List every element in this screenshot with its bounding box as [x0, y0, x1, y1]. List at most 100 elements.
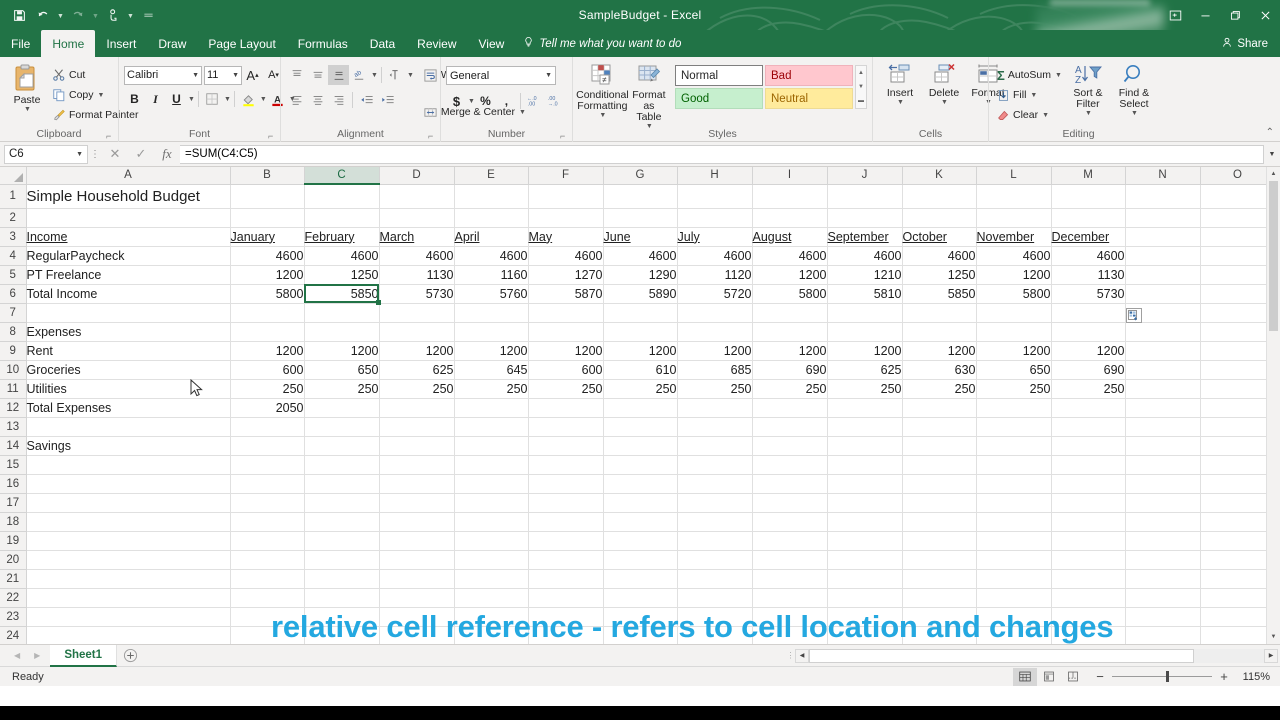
cell-J6[interactable]: 5810: [827, 284, 903, 304]
number-dialog-launcher-icon[interactable]: ⌐: [560, 131, 569, 141]
row-header-12[interactable]: 12: [0, 397, 27, 418]
cell-M5[interactable]: 1130: [1051, 265, 1126, 285]
cell-D3[interactable]: March: [379, 227, 455, 247]
cell-C2[interactable]: [304, 208, 380, 228]
add-sheet-button[interactable]: [117, 648, 143, 663]
row-header-24[interactable]: 24: [0, 625, 27, 644]
cell-K10[interactable]: 630: [902, 360, 977, 380]
cell-A16[interactable]: [26, 474, 231, 494]
cell-H18[interactable]: [677, 512, 753, 532]
scroll-split-grip[interactable]: ⋮: [785, 651, 795, 660]
cell-H17[interactable]: [677, 493, 753, 513]
cell-B18[interactable]: [230, 512, 305, 532]
cell-M10[interactable]: 690: [1051, 360, 1126, 380]
cell-L16[interactable]: [976, 474, 1052, 494]
tab-data[interactable]: Data: [359, 30, 406, 57]
text-direction-dropdown-icon[interactable]: ▼: [407, 72, 414, 79]
cell-M11[interactable]: 250: [1051, 379, 1126, 399]
cell-M6[interactable]: 5730: [1051, 284, 1126, 304]
cell-styles-gallery-scroll[interactable]: ▲ ▼ ▬: [855, 65, 867, 109]
cell-O3[interactable]: [1200, 227, 1276, 247]
cell-J9[interactable]: 1200: [827, 341, 903, 361]
expand-formula-bar-icon[interactable]: ▼: [1264, 151, 1280, 158]
underline-dropdown-icon[interactable]: ▼: [188, 96, 195, 103]
cell-A19[interactable]: [26, 531, 231, 551]
cell-M8[interactable]: [1051, 322, 1126, 342]
cell-M14[interactable]: [1051, 436, 1126, 456]
row-header-6[interactable]: 6: [0, 283, 27, 304]
cell-F17[interactable]: [528, 493, 604, 513]
undo-icon[interactable]: [32, 4, 54, 26]
cell-E21[interactable]: [454, 569, 529, 589]
align-right-button[interactable]: [328, 90, 349, 110]
cell-I18[interactable]: [752, 512, 828, 532]
cell-F13[interactable]: [528, 417, 604, 437]
cell-B17[interactable]: [230, 493, 305, 513]
italic-button[interactable]: I: [145, 89, 166, 109]
tell-me-box[interactable]: Tell me what you want to do: [523, 30, 681, 57]
bold-button[interactable]: B: [124, 89, 145, 109]
cell-G5[interactable]: 1290: [603, 265, 678, 285]
cell-L8[interactable]: [976, 322, 1052, 342]
column-header-B[interactable]: B: [229, 167, 305, 185]
cell-E14[interactable]: [454, 436, 529, 456]
cell-O5[interactable]: [1200, 265, 1276, 285]
cell-I4[interactable]: 4600: [752, 246, 828, 266]
cell-J1[interactable]: [827, 184, 903, 209]
cell-A12[interactable]: Total Expenses: [26, 398, 231, 418]
cell-I12[interactable]: [752, 398, 828, 418]
column-header-I[interactable]: I: [751, 167, 828, 185]
cell-N3[interactable]: [1125, 227, 1201, 247]
cell-F6[interactable]: 5870: [528, 284, 604, 304]
insert-cells-dropdown-icon[interactable]: ▼: [897, 99, 904, 106]
column-header-D[interactable]: D: [378, 167, 455, 185]
cell-C20[interactable]: [304, 550, 380, 570]
cell-C8[interactable]: [304, 322, 380, 342]
cell-G12[interactable]: [603, 398, 678, 418]
cell-G10[interactable]: 610: [603, 360, 678, 380]
cell-F16[interactable]: [528, 474, 604, 494]
cell-B16[interactable]: [230, 474, 305, 494]
gallery-scroll-up-icon[interactable]: ▲: [856, 66, 866, 80]
cell-B1[interactable]: [230, 184, 305, 209]
cell-L13[interactable]: [976, 417, 1052, 437]
cell-style-bad[interactable]: Bad: [765, 65, 853, 86]
cell-G3[interactable]: June: [603, 227, 678, 247]
cell-I3[interactable]: August: [752, 227, 828, 247]
cell-N10[interactable]: [1125, 360, 1201, 380]
cell-L22[interactable]: [976, 588, 1052, 608]
cell-G7[interactable]: [603, 303, 678, 323]
cell-F15[interactable]: [528, 455, 604, 475]
delete-cells-dropdown-icon[interactable]: ▼: [941, 99, 948, 106]
cell-B22[interactable]: [230, 588, 305, 608]
cell-B10[interactable]: 600: [230, 360, 305, 380]
row-header-23[interactable]: 23: [0, 606, 27, 627]
cell-E2[interactable]: [454, 208, 529, 228]
column-header-J[interactable]: J: [826, 167, 903, 185]
cell-A11[interactable]: Utilities: [26, 379, 231, 399]
cell-G4[interactable]: 4600: [603, 246, 678, 266]
cell-N19[interactable]: [1125, 531, 1201, 551]
cell-D20[interactable]: [379, 550, 455, 570]
cell-D5[interactable]: 1130: [379, 265, 455, 285]
formula-input[interactable]: =SUM(C4:C5): [180, 144, 1264, 164]
cell-N13[interactable]: [1125, 417, 1201, 437]
cell-C21[interactable]: [304, 569, 380, 589]
cell-G18[interactable]: [603, 512, 678, 532]
cell-C6[interactable]: 5850: [304, 284, 380, 304]
cell-H21[interactable]: [677, 569, 753, 589]
cell-E4[interactable]: 4600: [454, 246, 529, 266]
cell-I22[interactable]: [752, 588, 828, 608]
cell-K1[interactable]: [902, 184, 977, 209]
cell-L9[interactable]: 1200: [976, 341, 1052, 361]
row-header-2[interactable]: 2: [0, 207, 27, 228]
cell-G13[interactable]: [603, 417, 678, 437]
cell-D16[interactable]: [379, 474, 455, 494]
conditional-formatting-dropdown-icon[interactable]: ▼: [599, 112, 606, 119]
cell-E15[interactable]: [454, 455, 529, 475]
zoom-percentage[interactable]: 115%: [1236, 671, 1270, 683]
cell-A5[interactable]: PT Freelance: [26, 265, 231, 285]
cell-N1[interactable]: [1125, 184, 1201, 209]
borders-dropdown-icon[interactable]: ▼: [224, 96, 231, 103]
cell-M19[interactable]: [1051, 531, 1126, 551]
